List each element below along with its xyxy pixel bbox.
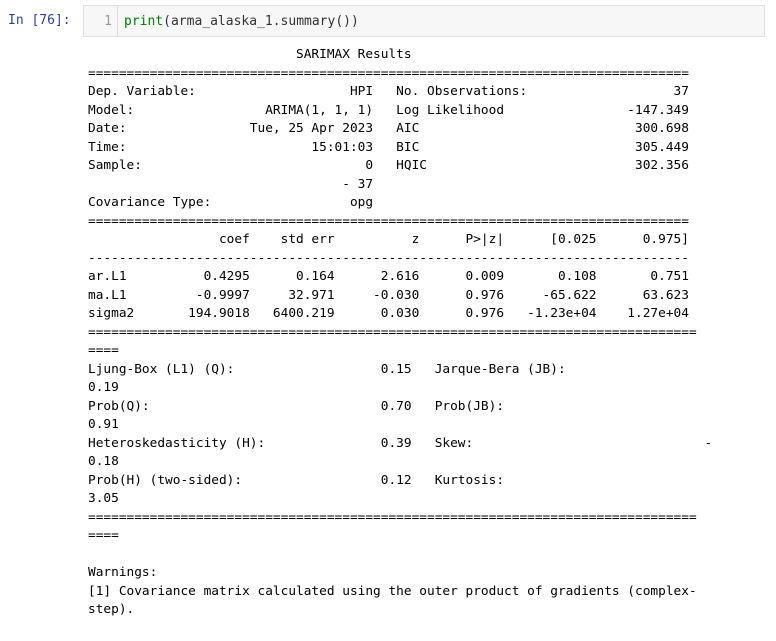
code-call-argument: (arma_alaska_1.summary()) <box>163 14 359 29</box>
gutter-divider <box>117 6 118 36</box>
line-number: 1 <box>104 14 112 29</box>
summary-output-text: SARIMAX Results ========================… <box>88 47 713 617</box>
cell-prompt: In [76]: <box>8 13 71 28</box>
code-print-builtin: print <box>124 14 164 29</box>
code-input-cell[interactable]: 1 print(arma_alaska_1.summary()) <box>83 5 765 37</box>
code-line[interactable]: print(arma_alaska_1.summary()) <box>124 14 359 29</box>
